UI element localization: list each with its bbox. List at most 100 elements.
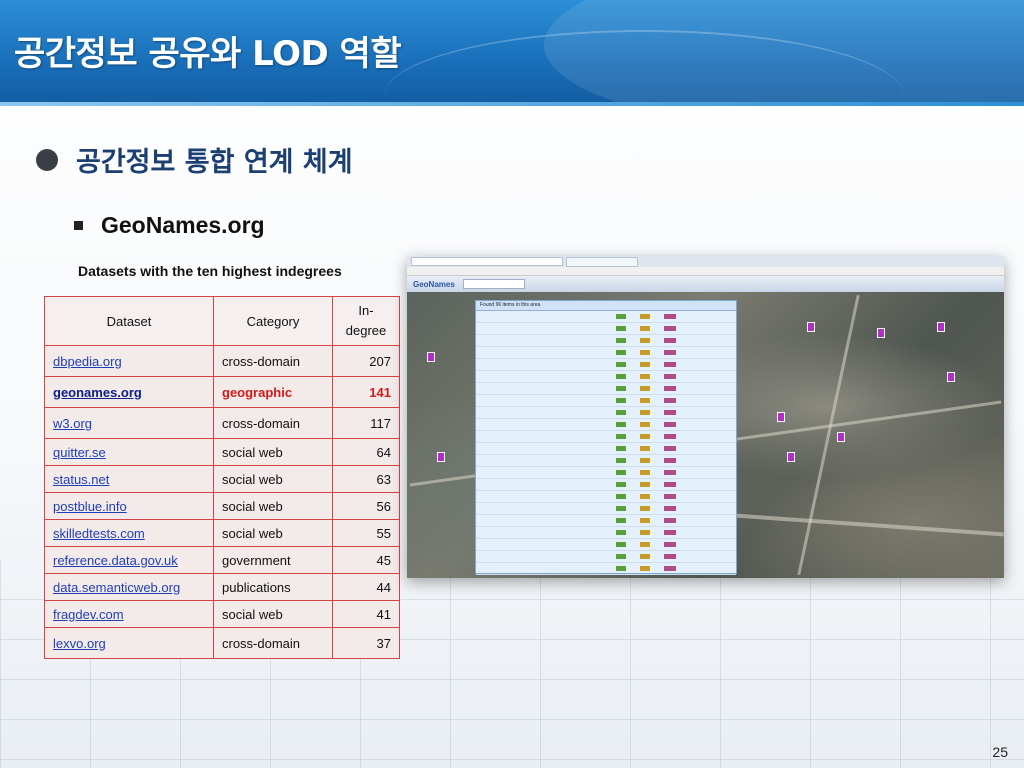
dataset-link[interactable]: fragdev.com — [44, 600, 214, 628]
result-row — [476, 479, 736, 491]
dataset-category: cross-domain — [213, 627, 333, 659]
header-category: Category — [213, 296, 333, 346]
map-pin-icon — [427, 352, 435, 362]
result-row — [476, 467, 736, 479]
dataset-link[interactable]: dbpedia.org — [44, 345, 214, 377]
table-row: fragdev.com social web 41 — [44, 600, 400, 628]
table-row: lexvo.org cross-domain 37 — [44, 627, 400, 659]
dataset-indegree: 56 — [332, 492, 400, 520]
dataset-indegree: 64 — [332, 438, 400, 466]
dataset-indegree: 207 — [332, 345, 400, 377]
map-pin-icon — [937, 322, 945, 332]
table-row: w3.org cross-domain 117 — [44, 407, 400, 439]
result-row — [476, 323, 736, 335]
dataset-category: government — [213, 546, 333, 574]
dataset-category: social web — [213, 519, 333, 547]
result-row — [476, 551, 736, 563]
dataset-indegree: 141 — [332, 376, 400, 408]
table-caption: Datasets with the ten highest indegrees — [78, 263, 342, 279]
dataset-indegree: 117 — [332, 407, 400, 439]
dataset-category: social web — [213, 438, 333, 466]
map-pin-icon — [787, 452, 795, 462]
result-row — [476, 359, 736, 371]
page-number: 25 — [992, 744, 1008, 760]
table-row: postblue.info social web 56 — [44, 492, 400, 520]
result-row — [476, 503, 736, 515]
result-row — [476, 539, 736, 551]
dataset-category: publications — [213, 573, 333, 601]
dataset-link[interactable]: geonames.org — [44, 376, 214, 408]
dataset-indegree: 55 — [332, 519, 400, 547]
dataset-link[interactable]: reference.data.gov.uk — [44, 546, 214, 574]
result-row — [476, 311, 736, 323]
dataset-indegree: 44 — [332, 573, 400, 601]
header-indegree: In- degree — [332, 296, 400, 346]
search-results-panel: Found 96 items in this area — [475, 300, 737, 575]
map-road — [707, 511, 1004, 537]
table-row: reference.data.gov.uk government 45 — [44, 546, 400, 574]
datasets-table: Dataset Category In- degree dbpedia.org c… — [44, 296, 400, 659]
sub-bullet-text: GeoNames.org — [101, 212, 265, 238]
dataset-indegree: 37 — [332, 627, 400, 659]
result-row — [476, 515, 736, 527]
dataset-category: social web — [213, 600, 333, 628]
dataset-category: cross-domain — [213, 407, 333, 439]
header-indegree-text: In- degree — [345, 303, 387, 338]
results-header: Found 96 items in this area — [476, 301, 736, 311]
map-pin-icon — [777, 412, 785, 422]
address-bar — [411, 257, 563, 266]
title-banner: 공간정보 공유와 LOD 역할 — [0, 0, 1024, 102]
result-row — [476, 347, 736, 359]
map-pin-icon — [947, 372, 955, 382]
map-pin-icon — [877, 328, 885, 338]
browser-menubar — [407, 267, 1004, 276]
dataset-category: social web — [213, 492, 333, 520]
main-bullet-text: 공간정보 통합 연계 체계 — [76, 147, 353, 178]
map-pin-icon — [837, 432, 845, 442]
table-row: status.net social web 63 — [44, 465, 400, 493]
table-row: data.semanticweb.org publications 44 — [44, 573, 400, 601]
geonames-logo: GeoNames — [413, 279, 455, 289]
geonames-toolbar: GeoNames — [407, 276, 1004, 292]
result-row — [476, 431, 736, 443]
result-row — [476, 335, 736, 347]
table-row: quitter.se social web 64 — [44, 438, 400, 466]
sub-bullet: GeoNames.org — [74, 212, 265, 239]
dataset-link[interactable]: quitter.se — [44, 438, 214, 466]
map-road — [797, 294, 860, 576]
result-row — [476, 455, 736, 467]
dataset-category: cross-domain — [213, 345, 333, 377]
table-row: skilledtests.com social web 55 — [44, 519, 400, 547]
dataset-link[interactable]: postblue.info — [44, 492, 214, 520]
header-dataset: Dataset — [44, 296, 214, 346]
slide-title: 공간정보 공유와 LOD 역할 — [14, 34, 402, 74]
dataset-indegree: 45 — [332, 546, 400, 574]
dataset-link[interactable]: skilledtests.com — [44, 519, 214, 547]
map-pin-icon — [437, 452, 445, 462]
table-header-row: Dataset Category In- degree — [44, 296, 400, 346]
browser-tab — [566, 256, 638, 267]
result-row — [476, 407, 736, 419]
result-row — [476, 563, 736, 575]
dataset-category: social web — [213, 465, 333, 493]
result-row — [476, 575, 736, 578]
map-pin-icon — [807, 322, 815, 332]
dataset-link[interactable]: data.semanticweb.org — [44, 573, 214, 601]
result-row — [476, 419, 736, 431]
result-row — [476, 383, 736, 395]
dataset-category: geographic — [213, 376, 333, 408]
browser-bar — [407, 256, 1004, 267]
result-row — [476, 371, 736, 383]
dataset-indegree: 63 — [332, 465, 400, 493]
table-row: geonames.org geographic 141 — [44, 376, 400, 408]
main-bullet: 공간정보 통합 연계 체계 — [36, 140, 353, 179]
bullet-square-icon — [74, 221, 83, 230]
result-row — [476, 395, 736, 407]
result-row — [476, 443, 736, 455]
result-row — [476, 491, 736, 503]
result-row — [476, 527, 736, 539]
dataset-link[interactable]: status.net — [44, 465, 214, 493]
dataset-indegree: 41 — [332, 600, 400, 628]
dataset-link[interactable]: w3.org — [44, 407, 214, 439]
dataset-link[interactable]: lexvo.org — [44, 627, 214, 659]
